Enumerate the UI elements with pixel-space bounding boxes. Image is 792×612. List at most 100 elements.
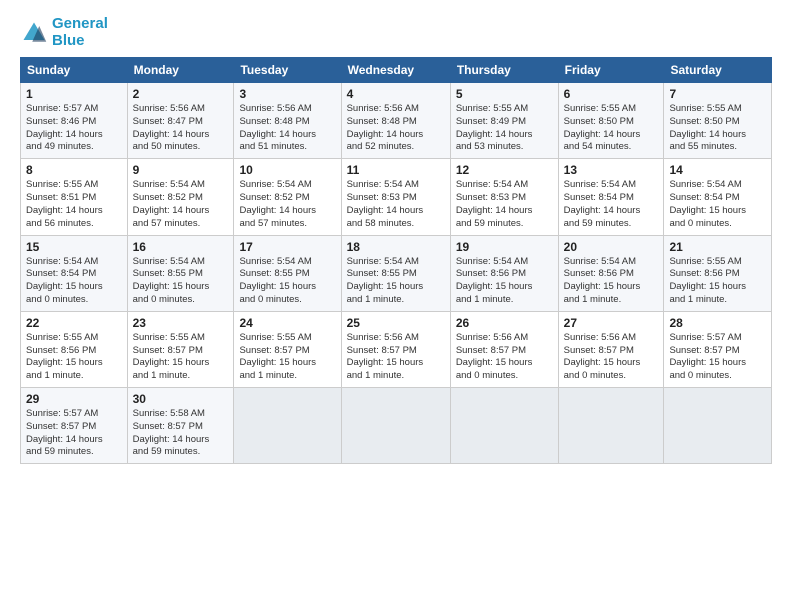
day-info: Sunrise: 5:54 AM Sunset: 8:52 PM Dayligh… (239, 179, 335, 230)
calendar-cell: 11 Sunrise: 5:54 AM Sunset: 8:53 PM Dayli… (341, 159, 450, 235)
day-number: 24 (239, 316, 335, 330)
calendar-cell: 27 Sunrise: 5:56 AM Sunset: 8:57 PM Dayli… (558, 311, 664, 387)
day-info: Sunrise: 5:54 AM Sunset: 8:55 PM Dayligh… (347, 256, 445, 307)
logo: General Blue (20, 16, 108, 49)
calendar-row-3: 15 Sunrise: 5:54 AM Sunset: 8:54 PM Dayli… (21, 235, 772, 311)
calendar-cell: 6 Sunrise: 5:55 AM Sunset: 8:50 PM Daylig… (558, 83, 664, 159)
day-info: Sunrise: 5:57 AM Sunset: 8:46 PM Dayligh… (26, 103, 122, 154)
day-info: Sunrise: 5:56 AM Sunset: 8:57 PM Dayligh… (347, 332, 445, 383)
day-info: Sunrise: 5:54 AM Sunset: 8:54 PM Dayligh… (564, 179, 659, 230)
col-friday: Friday (558, 58, 664, 83)
calendar-cell: 5 Sunrise: 5:55 AM Sunset: 8:49 PM Daylig… (450, 83, 558, 159)
day-info: Sunrise: 5:57 AM Sunset: 8:57 PM Dayligh… (669, 332, 766, 383)
calendar-cell (664, 388, 772, 464)
calendar-row-4: 22 Sunrise: 5:55 AM Sunset: 8:56 PM Dayli… (21, 311, 772, 387)
day-info: Sunrise: 5:55 AM Sunset: 8:56 PM Dayligh… (669, 256, 766, 307)
day-info: Sunrise: 5:54 AM Sunset: 8:56 PM Dayligh… (456, 256, 553, 307)
calendar-cell: 30 Sunrise: 5:58 AM Sunset: 8:57 PM Dayli… (127, 388, 234, 464)
day-number: 16 (133, 240, 229, 254)
day-number: 1 (26, 87, 122, 101)
day-number: 9 (133, 163, 229, 177)
col-monday: Monday (127, 58, 234, 83)
day-number: 17 (239, 240, 335, 254)
col-tuesday: Tuesday (234, 58, 341, 83)
day-info: Sunrise: 5:55 AM Sunset: 8:51 PM Dayligh… (26, 179, 122, 230)
logo-icon (20, 19, 48, 47)
calendar-cell: 9 Sunrise: 5:54 AM Sunset: 8:52 PM Daylig… (127, 159, 234, 235)
day-info: Sunrise: 5:56 AM Sunset: 8:48 PM Dayligh… (239, 103, 335, 154)
day-number: 20 (564, 240, 659, 254)
day-number: 14 (669, 163, 766, 177)
day-info: Sunrise: 5:54 AM Sunset: 8:55 PM Dayligh… (133, 256, 229, 307)
day-info: Sunrise: 5:55 AM Sunset: 8:50 PM Dayligh… (669, 103, 766, 154)
day-number: 27 (564, 316, 659, 330)
day-info: Sunrise: 5:54 AM Sunset: 8:54 PM Dayligh… (669, 179, 766, 230)
header: General Blue (20, 16, 772, 49)
calendar-cell: 16 Sunrise: 5:54 AM Sunset: 8:55 PM Dayli… (127, 235, 234, 311)
day-number: 23 (133, 316, 229, 330)
day-info: Sunrise: 5:54 AM Sunset: 8:53 PM Dayligh… (347, 179, 445, 230)
calendar-table: Sunday Monday Tuesday Wednesday Thursday… (20, 57, 772, 464)
calendar-cell: 12 Sunrise: 5:54 AM Sunset: 8:53 PM Dayli… (450, 159, 558, 235)
day-info: Sunrise: 5:55 AM Sunset: 8:57 PM Dayligh… (239, 332, 335, 383)
calendar-cell: 17 Sunrise: 5:54 AM Sunset: 8:55 PM Dayli… (234, 235, 341, 311)
day-number: 25 (347, 316, 445, 330)
calendar-cell: 21 Sunrise: 5:55 AM Sunset: 8:56 PM Dayli… (664, 235, 772, 311)
day-number: 19 (456, 240, 553, 254)
day-number: 22 (26, 316, 122, 330)
day-number: 6 (564, 87, 659, 101)
day-number: 3 (239, 87, 335, 101)
calendar-cell: 10 Sunrise: 5:54 AM Sunset: 8:52 PM Dayli… (234, 159, 341, 235)
day-info: Sunrise: 5:55 AM Sunset: 8:50 PM Dayligh… (564, 103, 659, 154)
day-info: Sunrise: 5:54 AM Sunset: 8:55 PM Dayligh… (239, 256, 335, 307)
calendar-cell: 2 Sunrise: 5:56 AM Sunset: 8:47 PM Daylig… (127, 83, 234, 159)
calendar-cell: 29Sunrise: 5:57 AM Sunset: 8:57 PM Dayli… (21, 388, 128, 464)
calendar-cell: 8 Sunrise: 5:55 AM Sunset: 8:51 PM Daylig… (21, 159, 128, 235)
day-info: Sunrise: 5:55 AM Sunset: 8:57 PM Dayligh… (133, 332, 229, 383)
calendar-row-5: 29Sunrise: 5:57 AM Sunset: 8:57 PM Dayli… (21, 388, 772, 464)
calendar-cell: 18Sunrise: 5:54 AM Sunset: 8:55 PM Dayli… (341, 235, 450, 311)
day-info: Sunrise: 5:54 AM Sunset: 8:52 PM Dayligh… (133, 179, 229, 230)
day-info: Sunrise: 5:54 AM Sunset: 8:54 PM Dayligh… (26, 256, 122, 307)
day-number: 7 (669, 87, 766, 101)
day-number: 11 (347, 163, 445, 177)
calendar-row-1: 1 Sunrise: 5:57 AM Sunset: 8:46 PM Daylig… (21, 83, 772, 159)
page: General Blue Sunday Monday Tuesday Wedne… (0, 0, 792, 612)
day-number: 8 (26, 163, 122, 177)
day-info: Sunrise: 5:56 AM Sunset: 8:57 PM Dayligh… (456, 332, 553, 383)
calendar-cell: 19 Sunrise: 5:54 AM Sunset: 8:56 PM Dayli… (450, 235, 558, 311)
logo-text: General Blue (52, 16, 108, 49)
calendar-cell (234, 388, 341, 464)
calendar-cell: 20Sunrise: 5:54 AM Sunset: 8:56 PM Dayli… (558, 235, 664, 311)
calendar-cell: 1 Sunrise: 5:57 AM Sunset: 8:46 PM Daylig… (21, 83, 128, 159)
day-info: Sunrise: 5:56 AM Sunset: 8:48 PM Dayligh… (347, 103, 445, 154)
calendar-cell: 22 Sunrise: 5:55 AM Sunset: 8:56 PM Dayli… (21, 311, 128, 387)
col-wednesday: Wednesday (341, 58, 450, 83)
day-info: Sunrise: 5:56 AM Sunset: 8:57 PM Dayligh… (564, 332, 659, 383)
day-info: Sunrise: 5:55 AM Sunset: 8:49 PM Dayligh… (456, 103, 553, 154)
day-info: Sunrise: 5:56 AM Sunset: 8:47 PM Dayligh… (133, 103, 229, 154)
col-saturday: Saturday (664, 58, 772, 83)
calendar-cell: 13 Sunrise: 5:54 AM Sunset: 8:54 PM Dayli… (558, 159, 664, 235)
calendar-cell (450, 388, 558, 464)
day-info: Sunrise: 5:54 AM Sunset: 8:53 PM Dayligh… (456, 179, 553, 230)
day-number: 21 (669, 240, 766, 254)
calendar-cell: 28Sunrise: 5:57 AM Sunset: 8:57 PM Dayli… (664, 311, 772, 387)
day-number: 13 (564, 163, 659, 177)
day-number: 29 (26, 392, 122, 406)
col-sunday: Sunday (21, 58, 128, 83)
day-number: 2 (133, 87, 229, 101)
day-number: 10 (239, 163, 335, 177)
calendar-cell (341, 388, 450, 464)
calendar-cell: 15 Sunrise: 5:54 AM Sunset: 8:54 PM Dayli… (21, 235, 128, 311)
day-number: 5 (456, 87, 553, 101)
day-info: Sunrise: 5:55 AM Sunset: 8:56 PM Dayligh… (26, 332, 122, 383)
day-number: 30 (133, 392, 229, 406)
calendar-cell (558, 388, 664, 464)
day-number: 15 (26, 240, 122, 254)
day-number: 4 (347, 87, 445, 101)
day-info: Sunrise: 5:58 AM Sunset: 8:57 PM Dayligh… (133, 408, 229, 459)
calendar-cell: 24 Sunrise: 5:55 AM Sunset: 8:57 PM Dayli… (234, 311, 341, 387)
calendar-cell: 25 Sunrise: 5:56 AM Sunset: 8:57 PM Dayli… (341, 311, 450, 387)
day-number: 12 (456, 163, 553, 177)
